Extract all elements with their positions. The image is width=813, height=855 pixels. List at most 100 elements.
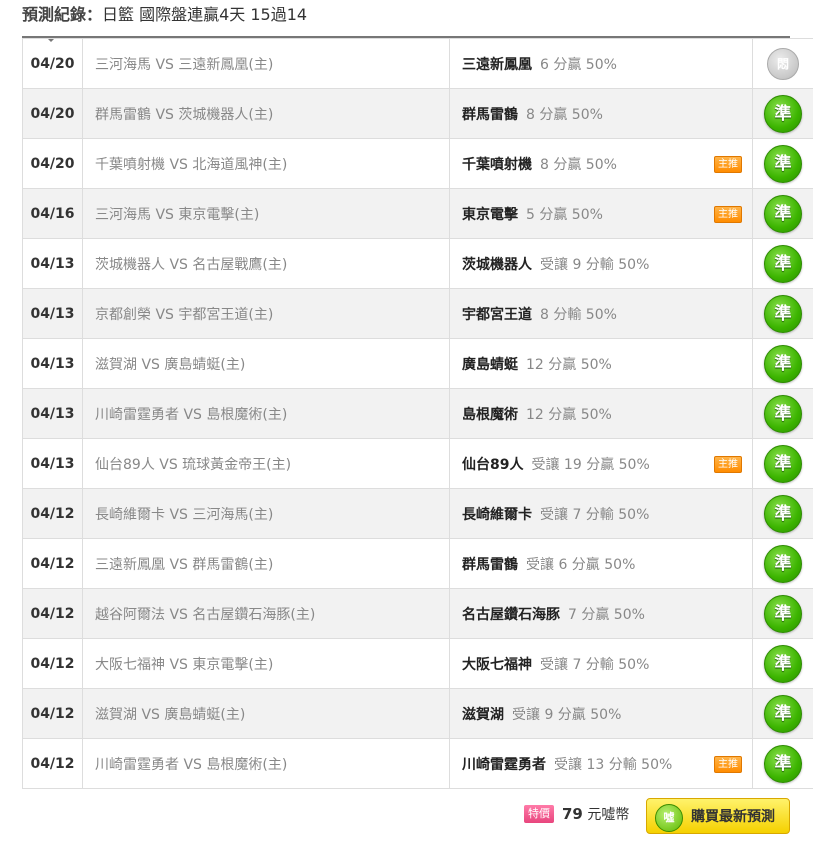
row-pick: 島根魔術 12 分贏 50% bbox=[449, 388, 753, 439]
pick-team: 千葉噴射機 bbox=[462, 156, 532, 173]
table-row: 04/12 大阪七福神 VS 東京電擊(主) 大阪七福神 受讓 7 分輸 50% 準 bbox=[22, 638, 813, 689]
row-date: 04/20 bbox=[22, 88, 83, 139]
row-pick: 仙台89人 受讓 19 分贏 50% 主推 bbox=[449, 438, 753, 489]
pick-odds: 受讓 6 分贏 50% bbox=[526, 556, 636, 573]
row-pick: 千葉噴射機 8 分贏 50% 主推 bbox=[449, 138, 753, 189]
result-correct-icon: 準 bbox=[764, 294, 802, 333]
row-match: 川崎雷霆勇者 VS 島根魔術(主) bbox=[82, 738, 450, 789]
row-match: 滋賀湖 VS 廣島蜻蜓(主) bbox=[82, 688, 450, 739]
pick-odds: 12 分贏 50% bbox=[526, 406, 612, 423]
result-correct-icon: 準 bbox=[764, 744, 802, 783]
buy-latest-prediction-button[interactable]: 噓 購買最新預測 bbox=[646, 798, 790, 834]
buy-button-label: 購買最新預測 bbox=[691, 809, 775, 825]
coin-icon: 噓 bbox=[655, 804, 683, 832]
row-pick: 川崎雷霆勇者 受讓 13 分輸 50% 主推 bbox=[449, 738, 753, 789]
row-date: 04/12 bbox=[22, 738, 83, 789]
record-header: 預測紀錄：日籃 國際盤連贏4天 15過14 bbox=[22, 0, 790, 36]
pick-team: 三遠新鳳凰 bbox=[462, 56, 532, 73]
row-match: 三遠新鳳凰 VS 群馬雷鶴(主) bbox=[82, 538, 450, 589]
row-match: 千葉噴射機 VS 北海道風神(主) bbox=[82, 138, 450, 189]
pick-team: 長崎維爾卡 bbox=[462, 506, 532, 523]
pick-team: 名古屋鑽石海豚 bbox=[462, 606, 560, 623]
table-row: 04/12 越谷阿爾法 VS 名古屋鑽石海豚(主) 名古屋鑽石海豚 7 分贏 50% 準 bbox=[22, 588, 813, 639]
result-correct-icon: 準 bbox=[764, 444, 802, 483]
row-pick: 群馬雷鶴 8 分贏 50% bbox=[449, 88, 753, 139]
row-result: 準 bbox=[752, 588, 813, 639]
row-pick: 長崎維爾卡 受讓 7 分輸 50% bbox=[449, 488, 753, 539]
row-pick: 廣島蜻蜓 12 分贏 50% bbox=[449, 338, 753, 389]
row-pick: 茨城機器人 受讓 9 分輸 50% bbox=[449, 238, 753, 289]
row-pick: 東京電擊 5 分贏 50% 主推 bbox=[449, 188, 753, 239]
row-match: 群馬雷鶴 VS 茨城機器人(主) bbox=[82, 88, 450, 139]
row-result: 準 bbox=[752, 688, 813, 739]
row-match: 長崎維爾卡 VS 三河海馬(主) bbox=[82, 488, 450, 539]
row-date: 04/12 bbox=[22, 688, 83, 739]
result-correct-icon: 準 bbox=[764, 94, 802, 133]
price-unit: 元噓幣 bbox=[587, 807, 630, 823]
table-row: 04/13 仙台89人 VS 琉球黃金帝王(主) 仙台89人 受讓 19 分贏 50%… bbox=[22, 438, 813, 489]
table-row: 04/13 茨城機器人 VS 名古屋戰鷹(主) 茨城機器人 受讓 9 分輸 50% 準 bbox=[22, 238, 813, 289]
row-pick: 群馬雷鶴 受讓 6 分贏 50% bbox=[449, 538, 753, 589]
pick-odds: 受讓 7 分輸 50% bbox=[540, 506, 650, 523]
row-result: 準 bbox=[752, 138, 813, 189]
pick-team: 仙台89人 bbox=[462, 456, 524, 473]
row-match: 三河海馬 VS 三遠新鳳凰(主) bbox=[82, 38, 450, 89]
row-date: 04/12 bbox=[22, 538, 83, 589]
table-row: 04/12 三遠新鳳凰 VS 群馬雷鶴(主) 群馬雷鶴 受讓 6 分贏 50% 準 bbox=[22, 538, 813, 589]
row-pick: 大阪七福神 受讓 7 分輸 50% bbox=[449, 638, 753, 689]
row-pick: 三遠新鳳凰 6 分贏 50% bbox=[449, 38, 753, 89]
prediction-record-panel: 預測紀錄：日籃 國際盤連贏4天 15過14 04/20 三河海馬 VS 三遠新鳳凰… bbox=[0, 0, 813, 855]
row-result: 準 bbox=[752, 238, 813, 289]
row-date: 04/16 bbox=[22, 188, 83, 239]
result-correct-icon: 準 bbox=[764, 344, 802, 383]
row-result: 準 bbox=[752, 188, 813, 239]
purchase-footer: 特價 79 元噓幣 噓 購買最新預測 bbox=[22, 795, 790, 839]
special-price-badge: 特價 bbox=[524, 805, 554, 823]
row-date: 04/12 bbox=[22, 638, 83, 689]
row-date: 04/13 bbox=[22, 438, 83, 489]
row-pick: 名古屋鑽石海豚 7 分贏 50% bbox=[449, 588, 753, 639]
row-match: 茨城機器人 VS 名古屋戰鷹(主) bbox=[82, 238, 450, 289]
row-match: 三河海馬 VS 東京電擊(主) bbox=[82, 188, 450, 239]
pick-team: 廣島蜻蜓 bbox=[462, 356, 518, 373]
result-correct-icon: 準 bbox=[764, 544, 802, 583]
pick-odds: 受讓 7 分輸 50% bbox=[540, 656, 650, 673]
pick-odds: 8 分贏 50% bbox=[540, 156, 617, 173]
row-date: 04/13 bbox=[22, 338, 83, 389]
pick-odds: 受讓 13 分輸 50% bbox=[554, 756, 673, 773]
pick-team: 宇都宮王道 bbox=[462, 306, 532, 323]
row-match: 仙台89人 VS 琉球黃金帝王(主) bbox=[82, 438, 450, 489]
table-row: 04/13 滋賀湖 VS 廣島蜻蜓(主) 廣島蜻蜓 12 分贏 50% 準 bbox=[22, 338, 813, 389]
pick-odds: 12 分贏 50% bbox=[526, 356, 612, 373]
row-match: 滋賀湖 VS 廣島蜻蜓(主) bbox=[82, 338, 450, 389]
row-result: 悶 bbox=[752, 38, 813, 89]
result-correct-icon: 準 bbox=[764, 644, 802, 683]
row-date: 04/13 bbox=[22, 238, 83, 289]
table-row: 04/12 滋賀湖 VS 廣島蜻蜓(主) 滋賀湖 受讓 9 分贏 50% 準 bbox=[22, 688, 813, 739]
row-result: 準 bbox=[752, 88, 813, 139]
table-row: 04/20 群馬雷鶴 VS 茨城機器人(主) 群馬雷鶴 8 分贏 50% 準 bbox=[22, 88, 813, 139]
record-header-summary: 日籃 國際盤連贏4天 15過14 bbox=[102, 5, 308, 24]
row-match: 大阪七福神 VS 東京電擊(主) bbox=[82, 638, 450, 689]
record-table: 04/20 三河海馬 VS 三遠新鳳凰(主) 三遠新鳳凰 6 分贏 50% 悶 04/20… bbox=[22, 38, 813, 789]
result-correct-icon: 準 bbox=[764, 394, 802, 433]
result-pending-icon: 悶 bbox=[767, 47, 799, 80]
main-pick-badge: 主推 bbox=[714, 755, 742, 773]
pick-team: 群馬雷鶴 bbox=[462, 556, 518, 573]
table-row: 04/20 三河海馬 VS 三遠新鳳凰(主) 三遠新鳳凰 6 分贏 50% 悶 bbox=[22, 38, 813, 89]
price-amount: 79 bbox=[562, 805, 583, 823]
main-pick-badge: 主推 bbox=[714, 205, 742, 223]
result-correct-icon: 準 bbox=[764, 194, 802, 233]
table-row: 04/16 三河海馬 VS 東京電擊(主) 東京電擊 5 分贏 50% 主推 準 bbox=[22, 188, 813, 239]
row-result: 準 bbox=[752, 488, 813, 539]
pick-odds: 受讓 9 分輸 50% bbox=[540, 256, 650, 273]
row-date: 04/20 bbox=[22, 138, 83, 189]
row-date: 04/12 bbox=[22, 588, 83, 639]
row-result: 準 bbox=[752, 638, 813, 689]
result-correct-icon: 準 bbox=[764, 494, 802, 533]
pick-odds: 受讓 9 分贏 50% bbox=[512, 706, 622, 723]
row-date: 04/20 bbox=[22, 38, 83, 89]
result-correct-icon: 準 bbox=[764, 594, 802, 633]
pick-odds: 7 分贏 50% bbox=[568, 606, 645, 623]
pick-team: 川崎雷霆勇者 bbox=[462, 756, 546, 773]
